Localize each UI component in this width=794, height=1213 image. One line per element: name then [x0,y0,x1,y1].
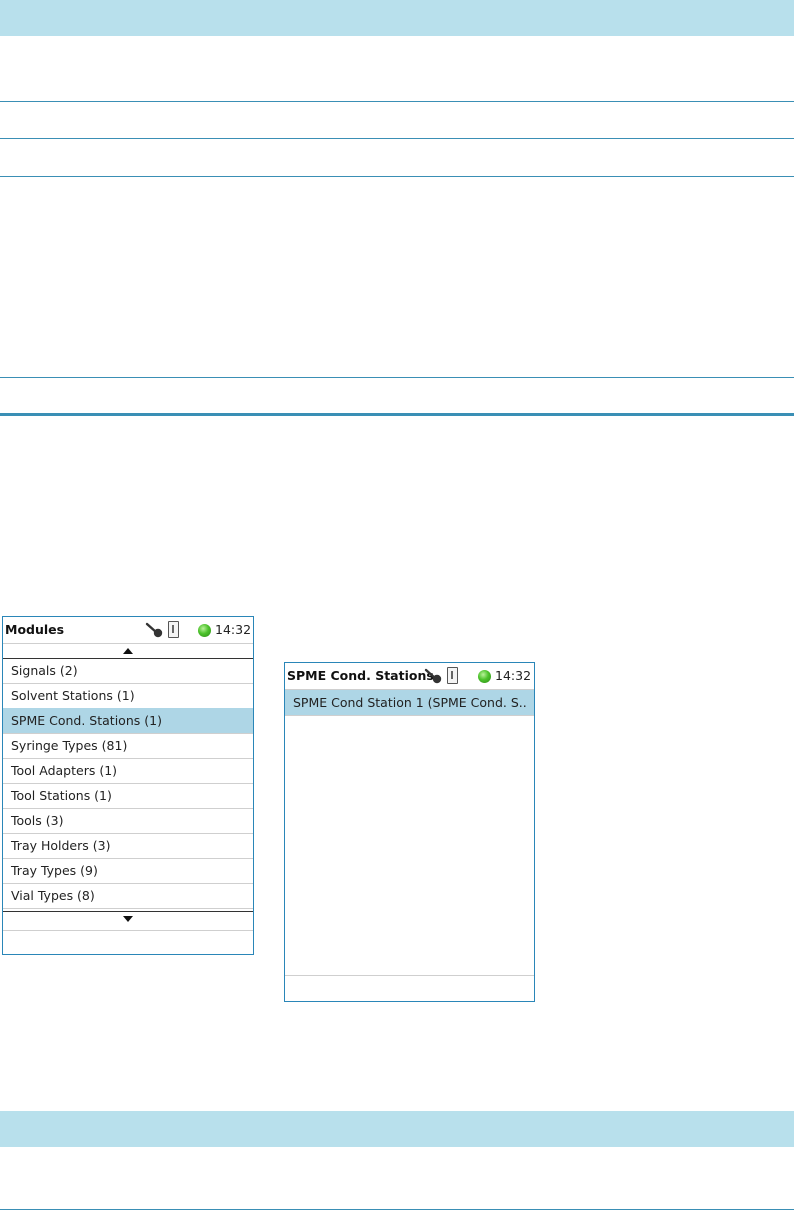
spme-list: SPME Cond Station 1 (SPME Cond. S.. [285,689,534,716]
table-rule [0,176,794,177]
module-row[interactable]: Syringe Types (81) [3,733,253,759]
modules-screen: Modules 14:32 Signals (2) Solvent Station… [2,616,254,955]
clock: 14:32 [215,622,252,637]
table-rule [0,138,794,139]
module-row-label: Tray Types (9) [11,863,98,878]
table-rule [0,101,794,102]
status-led-icon [478,670,491,683]
module-row[interactable]: Vial Types (8) [3,883,253,909]
usb-icon [447,667,458,684]
module-row-label: Vial Types (8) [11,888,95,903]
scroll-up-bar[interactable] [3,643,253,659]
top-header-band [0,0,794,36]
spme-station-row-label: SPME Cond Station 1 (SPME Cond. S.. [293,695,527,710]
scroll-up-icon [123,648,133,654]
scroll-down-bar[interactable] [3,911,253,931]
module-row-label: Tray Holders (3) [11,838,111,853]
table-rule [0,377,794,378]
clock: 14:32 [495,668,532,683]
status-led-icon [198,624,211,637]
module-row[interactable]: Tray Types (9) [3,858,253,884]
modules-title-bar: Modules 14:32 [3,617,253,643]
table-rule [0,1209,794,1210]
module-row[interactable]: Tray Holders (3) [3,833,253,859]
module-row-label: Tool Stations (1) [11,788,112,803]
module-row-label: Tools (3) [11,813,64,828]
page-title: Modules [5,622,65,637]
module-row-label: SPME Cond. Stations (1) [11,713,162,728]
key-icon [145,622,163,638]
module-row[interactable]: Tool Stations (1) [3,783,253,809]
modules-list: Signals (2) Solvent Stations (1) SPME Cond… [3,658,253,911]
usb-icon [168,621,179,638]
module-row-label: Syringe Types (81) [11,738,128,753]
module-row-label: Tool Adapters (1) [11,763,118,778]
module-row-label: Signals (2) [11,663,78,678]
module-row[interactable]: Signals (2) [3,658,253,684]
module-row[interactable]: Solvent Stations (1) [3,683,253,709]
spme-title-bar: SPME Cond. Stations 14:32 [285,663,534,689]
module-row-label: Solvent Stations (1) [11,688,135,703]
key-icon [424,668,442,684]
page-title: SPME Cond. Stations [287,668,434,683]
table-bottom-rule [0,413,794,416]
module-row[interactable]: SPME Cond. Stations (1) [3,708,253,734]
spme-screen: SPME Cond. Stations 14:32 SPME Cond Stat… [284,662,535,1002]
module-row[interactable]: Tools (3) [3,808,253,834]
module-row[interactable]: Tool Adapters (1) [3,758,253,784]
bottom-header-band [0,1111,794,1147]
scroll-down-icon [123,916,133,922]
spme-station-row[interactable]: SPME Cond Station 1 (SPME Cond. S.. [285,690,534,716]
spme-footer-rule [285,975,534,976]
